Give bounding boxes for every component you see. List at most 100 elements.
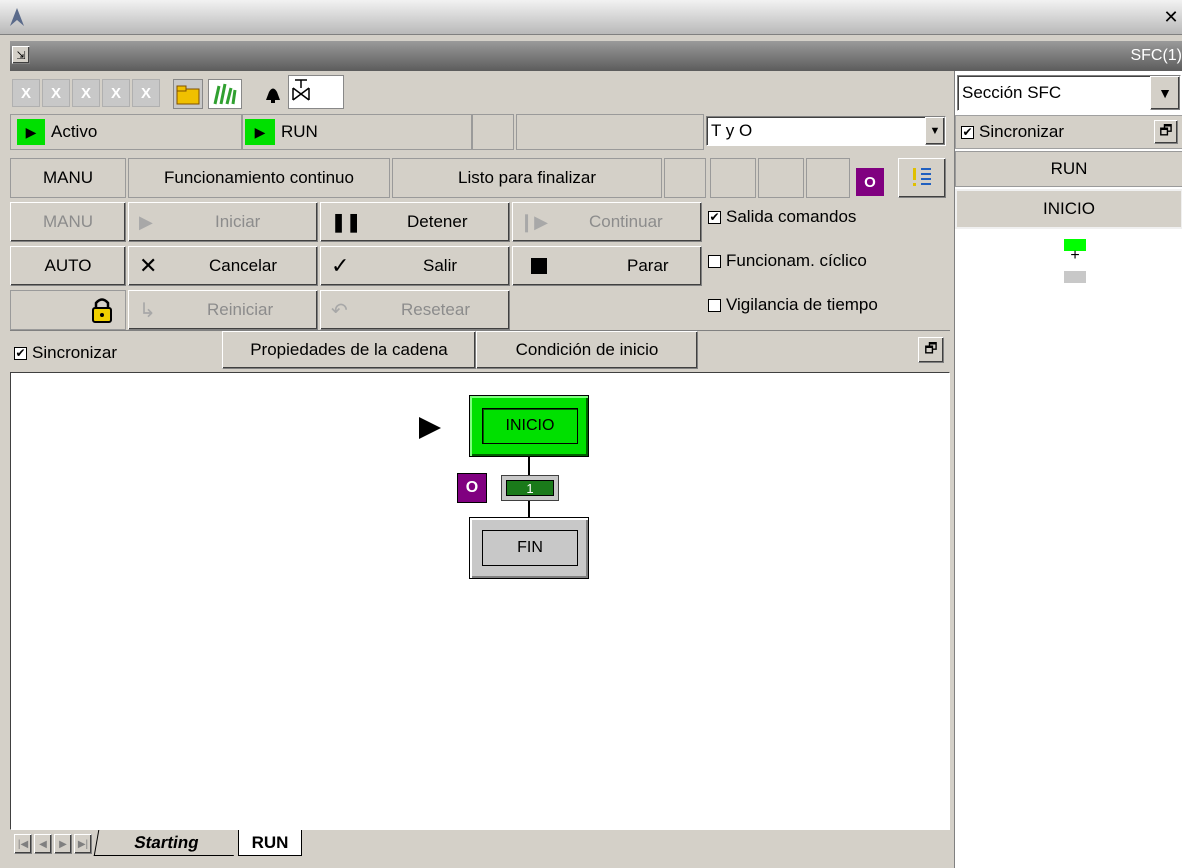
pause-icon: ❚❚ xyxy=(331,211,362,232)
section-select-value: Sección SFC xyxy=(962,83,1062,102)
folder-icon[interactable] xyxy=(173,79,203,109)
x-button-3[interactable]: X xyxy=(72,79,100,107)
condicion-button[interactable]: Condición de inicio xyxy=(476,331,698,369)
transition-o-badge: O xyxy=(457,473,487,503)
sync-checkbox[interactable]: ✔ xyxy=(14,346,27,360)
right-sync-label: Sincronizar xyxy=(979,122,1065,141)
parar-button[interactable]: Parar xyxy=(512,246,702,286)
mode-cell-empty-2 xyxy=(710,158,756,198)
activo-label: Activo xyxy=(51,122,98,141)
next-sheet-icon[interactable]: ▶ xyxy=(54,834,72,854)
continue-icon: ❙▶ xyxy=(519,211,548,232)
logic-combo[interactable]: T y O ▼ xyxy=(706,116,946,146)
current-step-arrow-icon xyxy=(417,415,443,441)
run-status: ▶ RUN xyxy=(242,114,472,150)
step-fin[interactable]: FIN xyxy=(469,517,589,579)
step-fin-label: FIN xyxy=(482,530,578,566)
manu-button[interactable]: MANU xyxy=(10,202,126,242)
chevron-down-icon[interactable]: ▼ xyxy=(1150,76,1180,110)
continuous-mode-label: Funcionamiento continuo xyxy=(128,158,390,198)
app-icon xyxy=(6,6,28,28)
list-settings-icon[interactable] xyxy=(898,158,946,198)
salir-label: Salir xyxy=(423,256,458,275)
detener-button[interactable]: ❚❚ Detener xyxy=(320,202,510,242)
run-label: RUN xyxy=(281,122,318,141)
close-icon[interactable]: ✕ xyxy=(1162,8,1180,26)
mode-cell-empty-1 xyxy=(664,158,706,198)
toolbar: X X X X X xyxy=(10,75,950,111)
parar-label: Parar xyxy=(627,256,669,275)
play-icon: ▶ xyxy=(17,119,45,145)
continuar-button[interactable]: ❙▶ Continuar xyxy=(512,202,702,242)
vigilancia-option[interactable]: Vigilancia de tiempo xyxy=(708,290,948,320)
logic-combo-value: T y O xyxy=(711,121,753,140)
section-select[interactable]: Sección SFC ▼ xyxy=(957,75,1181,111)
ciclico-option[interactable]: Funcionam. cíclico xyxy=(708,246,948,276)
mini-transition: + xyxy=(1070,249,1080,263)
tabs-bar: ✔ Sincronizar Propiedades de la cadena C… xyxy=(10,330,950,370)
row5-empty-cell xyxy=(10,290,126,330)
panel-title: SFC(1) xyxy=(1130,47,1182,64)
iniciar-label: Iniciar xyxy=(215,212,261,231)
reset-icon: ↶ xyxy=(331,299,348,322)
cancelar-label: Cancelar xyxy=(209,256,278,275)
propiedades-button[interactable]: Propiedades de la cadena xyxy=(222,331,476,369)
ciclico-label: Funcionam. cíclico xyxy=(726,251,867,270)
bell-icon[interactable] xyxy=(262,83,284,105)
check-icon: ✓ xyxy=(331,253,350,278)
diagram-canvas: INICIO O 1 FIN xyxy=(10,372,950,830)
vigilancia-checkbox[interactable] xyxy=(708,298,721,312)
play-outline-icon: ▶ xyxy=(139,211,153,232)
sync-label: Sincronizar xyxy=(32,343,118,362)
detener-label: Detener xyxy=(407,212,468,231)
restore-icon[interactable]: 🗗 xyxy=(918,337,944,363)
x-button-1[interactable]: X xyxy=(12,79,40,107)
auto-button[interactable]: AUTO xyxy=(10,246,126,286)
right-sync-row: ✔ Sincronizar 🗗 xyxy=(955,115,1182,149)
reiniciar-button[interactable]: ↳ Reiniciar xyxy=(128,290,318,330)
x-button-2[interactable]: X xyxy=(42,79,70,107)
ciclico-checkbox[interactable] xyxy=(708,254,721,268)
restore-icon[interactable]: 🗗 xyxy=(1154,120,1178,144)
last-sheet-icon[interactable]: ▶| xyxy=(74,834,92,854)
manu-mode-label: MANU xyxy=(10,158,126,198)
o-badge: O xyxy=(856,168,884,196)
sheet-tab-run[interactable]: RUN xyxy=(238,830,302,856)
right-sync-checkbox[interactable]: ✔ xyxy=(961,125,974,139)
mini-step-idle xyxy=(1064,271,1086,283)
transition-1-label: 1 xyxy=(506,480,554,496)
sheet-tab-starting[interactable]: Starting xyxy=(93,830,239,856)
continuar-label: Continuar xyxy=(589,212,663,231)
activo-status: ▶ Activo xyxy=(10,114,242,150)
salir-button[interactable]: ✓ Salir xyxy=(320,246,510,286)
cancel-x-icon: ✕ xyxy=(139,253,158,278)
iniciar-button[interactable]: ▶ Iniciar xyxy=(128,202,318,242)
mode-cell-empty-4 xyxy=(806,158,850,198)
transition-1[interactable]: 1 xyxy=(501,475,559,501)
panel-menu-icon[interactable]: ⇲ xyxy=(12,46,30,64)
title-bar: ✕ xyxy=(0,0,1182,35)
salida-checkbox[interactable]: ✔ xyxy=(708,210,721,224)
chevron-down-icon[interactable]: ▼ xyxy=(925,117,945,145)
x-button-5[interactable]: X xyxy=(132,79,160,107)
x-button-4[interactable]: X xyxy=(102,79,130,107)
resetear-button[interactable]: ↶ Resetear xyxy=(320,290,510,330)
right-run-label: RUN xyxy=(955,151,1182,187)
right-inicio-label: INICIO xyxy=(955,189,1182,229)
step-inicio-label: INICIO xyxy=(482,408,578,444)
step-inicio[interactable]: INICIO xyxy=(469,395,589,457)
cancelar-button[interactable]: ✕ Cancelar xyxy=(128,246,318,286)
first-sheet-icon[interactable]: |◀ xyxy=(14,834,32,854)
prev-sheet-icon[interactable]: ◀ xyxy=(34,834,52,854)
stop-icon xyxy=(531,258,547,274)
reiniciar-label: Reiniciar xyxy=(207,300,274,319)
salida-option[interactable]: ✔ Salida comandos xyxy=(708,202,948,232)
valve-icon[interactable] xyxy=(288,75,344,109)
resetear-label: Resetear xyxy=(401,300,470,319)
mode-cell-empty-3 xyxy=(758,158,804,198)
right-panel: Sección SFC ▼ ✔ Sincronizar 🗗 RUN INICIO… xyxy=(954,71,1182,868)
lock-icon xyxy=(89,295,115,325)
sync-option[interactable]: ✔ Sincronizar xyxy=(14,339,214,367)
plant-icon[interactable] xyxy=(208,79,242,109)
sheet-tabs-bar: |◀ ◀ ▶ ▶| Starting RUN xyxy=(10,830,950,858)
